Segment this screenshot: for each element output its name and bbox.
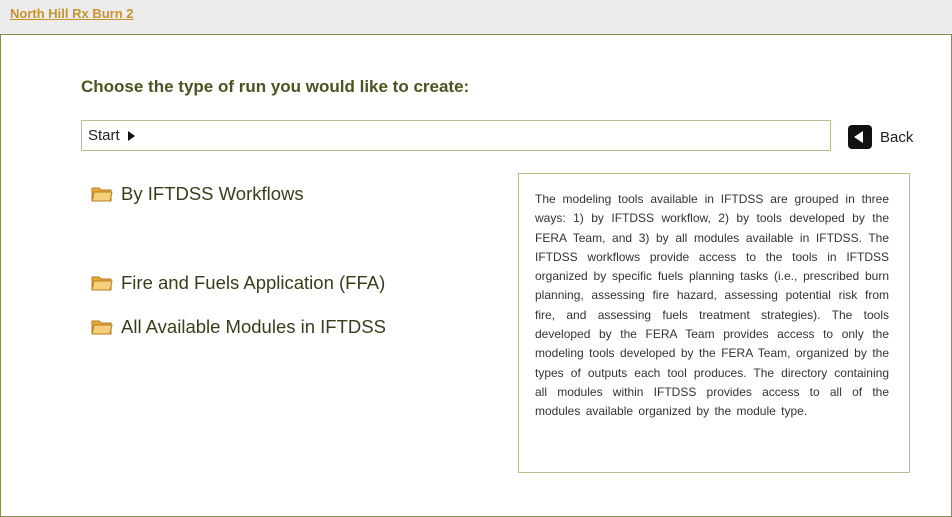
back-label: Back [880,128,914,146]
folder-icon [91,320,113,335]
option-ffa[interactable]: Fire and Fuels Application (FFA) [91,272,385,294]
back-arrow-icon [848,125,872,149]
option-iftdss-workflows[interactable]: By IFTDSS Workflows [91,183,304,205]
main-panel: Choose the type of run you would like to… [0,34,952,517]
breadcrumb: Start [81,120,831,151]
option-label: Fire and Fuels Application (FFA) [121,272,386,293]
folder-icon [91,276,113,291]
folder-icon [91,187,113,202]
page-heading: Choose the type of run you would like to… [81,77,470,96]
info-text: The modeling tools available in IFTDSS a… [535,192,889,419]
chevron-right-icon [127,130,135,141]
back-button[interactable]: Back [848,124,913,150]
project-title-link[interactable]: North Hill Rx Burn 2 [10,6,134,21]
breadcrumb-start[interactable]: Start [88,127,120,144]
option-label: All Available Modules in IFTDSS [121,316,386,337]
info-box: The modeling tools available in IFTDSS a… [518,173,910,473]
option-label: By IFTDSS Workflows [121,183,304,204]
option-all-modules[interactable]: All Available Modules in IFTDSS [91,316,386,338]
